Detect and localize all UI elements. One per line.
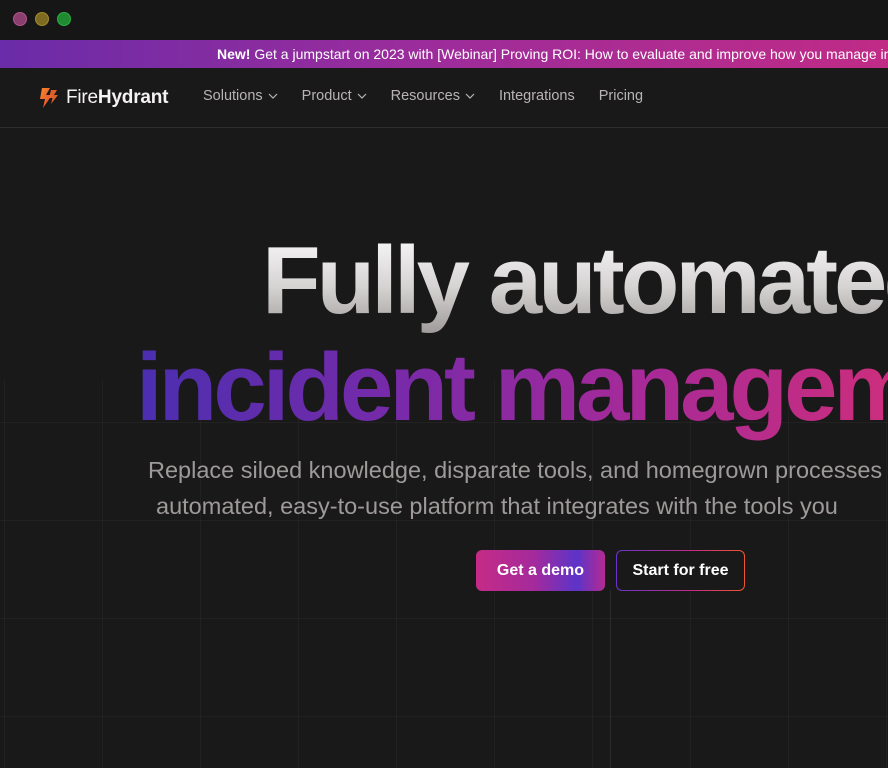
logo-wordmark-fire: Fire (66, 87, 98, 108)
nav-item-solutions[interactable]: Solutions (203, 88, 278, 104)
nav-item-product[interactable]: Product (302, 88, 367, 104)
nav-menu: Solutions Product Resources Integrations… (203, 88, 667, 104)
nav-item-resources[interactable]: Resources (391, 88, 475, 104)
announcement-banner[interactable]: New! Get a jumpstart on 2023 with [Webin… (0, 40, 888, 68)
start-free-label: Start for free (617, 551, 744, 590)
close-window-button[interactable] (13, 12, 27, 26)
nav-item-integrations[interactable]: Integrations (499, 88, 575, 104)
browser-window: New! Get a jumpstart on 2023 with [Webin… (0, 0, 888, 768)
hero-subtitle-line1: Replace siloed knowledge, disparate tool… (148, 457, 883, 483)
logo-wordmark-hydrant: Hydrant (97, 87, 169, 108)
chevron-down-icon (465, 93, 475, 99)
announcement-message: Get a jumpstart on 2023 with [Webinar] P… (250, 46, 888, 62)
chevron-down-icon (357, 93, 367, 99)
announcement-text: New! Get a jumpstart on 2023 with [Webin… (217, 45, 888, 63)
nav-item-label: Product (301, 88, 352, 104)
firehydrant-logo-icon (40, 88, 58, 108)
hero-subtitle-line2: automated, easy-to-use platform that int… (156, 493, 838, 519)
nav-item-label: Resources (390, 88, 460, 104)
window-titlebar (0, 0, 888, 40)
firehydrant-logo[interactable]: FireHydrant (36, 84, 169, 112)
minimize-window-button[interactable] (35, 12, 49, 26)
logo-wordmark: FireHydrant (66, 87, 169, 109)
nav-item-label: Pricing (598, 88, 644, 104)
grid-divider (610, 590, 611, 768)
new-badge: New! (217, 46, 251, 62)
nav-item-pricing[interactable]: Pricing (599, 88, 643, 104)
maximize-window-button[interactable] (57, 12, 71, 26)
main-navigation: FireHydrant Solutions Product Resources … (0, 68, 888, 128)
chevron-down-icon (268, 93, 278, 99)
hero-headline-line2: incident management (136, 333, 888, 443)
start-free-button[interactable]: Start for free (616, 550, 745, 591)
get-demo-button[interactable]: Get a demo (476, 550, 605, 591)
nav-item-label: Solutions (203, 88, 263, 104)
hero-headline-line1: Fully automated (262, 226, 888, 336)
nav-item-label: Integrations (498, 88, 575, 104)
